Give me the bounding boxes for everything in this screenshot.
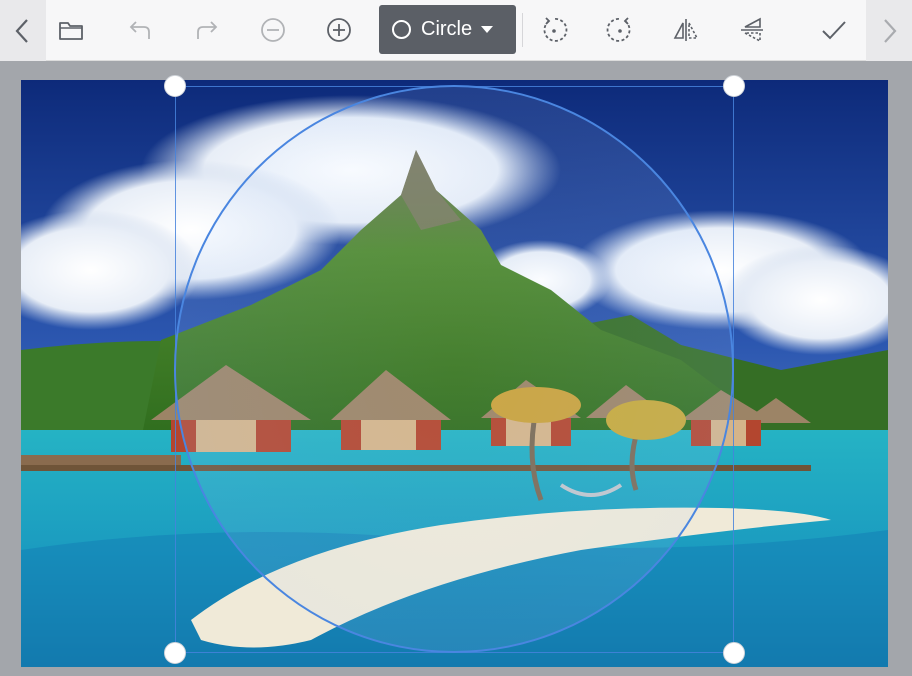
- rotate-left-icon: [543, 17, 568, 42]
- redo-icon: [197, 21, 218, 39]
- crop-circle-area[interactable]: [174, 85, 734, 653]
- flip-horizontal-icon: [673, 19, 699, 41]
- apply-button[interactable]: [814, 10, 854, 50]
- zoom-in-icon: [327, 18, 351, 42]
- chevron-left-icon: [15, 18, 28, 43]
- editor-toolbar: Circle: [0, 0, 912, 61]
- rotate-left-button[interactable]: [534, 10, 574, 50]
- previous-button[interactable]: [0, 0, 46, 61]
- redo-button[interactable]: [186, 10, 226, 50]
- flip-horizontal-button[interactable]: [666, 10, 706, 50]
- toolbar-divider: [522, 13, 523, 47]
- flip-vertical-icon: [741, 17, 763, 43]
- chevron-right-icon: [884, 18, 897, 43]
- open-folder-button[interactable]: [51, 10, 91, 50]
- crop-handle-top-left[interactable]: [164, 75, 186, 97]
- check-icon: [822, 21, 846, 40]
- caret-down-icon: [481, 26, 494, 33]
- next-button[interactable]: [866, 0, 912, 61]
- undo-button[interactable]: [121, 10, 161, 50]
- flip-vertical-button[interactable]: [732, 10, 772, 50]
- zoom-in-button[interactable]: [319, 10, 359, 50]
- folder-icon: [59, 22, 83, 40]
- circle-shape-icon: [392, 20, 411, 39]
- zoom-out-icon: [261, 18, 285, 42]
- crop-shape-label: Circle: [421, 18, 473, 40]
- editor-canvas: [0, 61, 912, 676]
- crop-handle-bottom-right[interactable]: [723, 642, 745, 664]
- zoom-out-button[interactable]: [253, 10, 293, 50]
- crop-handle-bottom-left[interactable]: [164, 642, 186, 664]
- crop-shape-select[interactable]: Circle: [379, 5, 516, 54]
- crop-handle-top-right[interactable]: [723, 75, 745, 97]
- undo-icon: [129, 21, 150, 39]
- rotate-right-icon: [606, 17, 631, 42]
- rotate-right-button[interactable]: [600, 10, 640, 50]
